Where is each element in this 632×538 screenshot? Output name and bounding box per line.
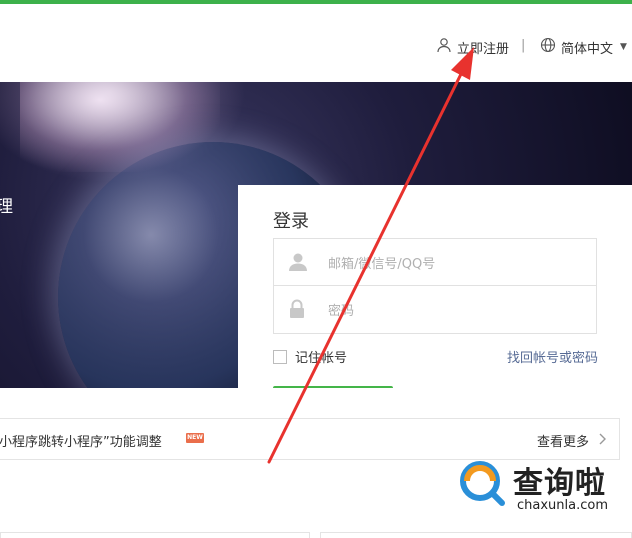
username-input[interactable] xyxy=(326,251,580,277)
notice-bar: 小程序跳转小程序”功能调整 NEW 查看更多 xyxy=(0,418,620,460)
site-watermark: 查询啦 chaxunla.com xyxy=(457,458,632,518)
top-bar: 立即注册 | 简体中文 ▼ xyxy=(0,4,632,80)
remember-label: 记住帐号 xyxy=(295,351,348,366)
header-separator: | xyxy=(521,38,526,53)
user-icon xyxy=(289,252,307,276)
view-more-label: 查看更多 xyxy=(537,435,590,450)
hero-banner: 理 登录 记住帐号 找回帐号或密码 登录 xyxy=(0,82,632,388)
content-panel-right xyxy=(320,532,632,538)
forgot-account-link[interactable]: 找回帐号或密码 xyxy=(507,347,598,366)
register-link[interactable]: 立即注册 xyxy=(436,37,509,57)
remember-checkbox[interactable] xyxy=(273,349,287,364)
remember-account[interactable]: 记住帐号 xyxy=(273,347,347,366)
watermark-subtitle: chaxunla.com xyxy=(517,498,608,513)
register-label: 立即注册 xyxy=(457,41,510,57)
watermark-title: 查询啦 xyxy=(513,466,606,501)
login-button[interactable]: 登录 xyxy=(273,386,393,388)
new-badge: NEW xyxy=(186,433,204,443)
login-title: 登录 xyxy=(273,211,309,232)
login-card: 登录 记住帐号 找回帐号或密码 登录 xyxy=(238,185,632,388)
password-field[interactable] xyxy=(273,286,597,334)
globe-icon xyxy=(540,37,556,57)
chevron-down-icon: ▼ xyxy=(620,42,627,52)
password-input[interactable] xyxy=(326,298,580,324)
banner-text: 理 xyxy=(0,197,13,217)
notice-link[interactable]: 小程序跳转小程序”功能调整 xyxy=(0,431,162,450)
light-flare xyxy=(20,82,220,172)
chevron-right-icon xyxy=(599,433,607,449)
language-selector[interactable]: 简体中文 ▼ xyxy=(540,37,627,57)
user-icon xyxy=(436,37,452,57)
language-label: 简体中文 xyxy=(561,41,614,57)
lock-icon xyxy=(289,299,305,323)
content-panel-left xyxy=(0,532,310,538)
view-more-link[interactable]: 查看更多 xyxy=(537,431,607,450)
magnifier-logo-icon xyxy=(460,461,505,506)
username-field[interactable] xyxy=(273,238,597,286)
